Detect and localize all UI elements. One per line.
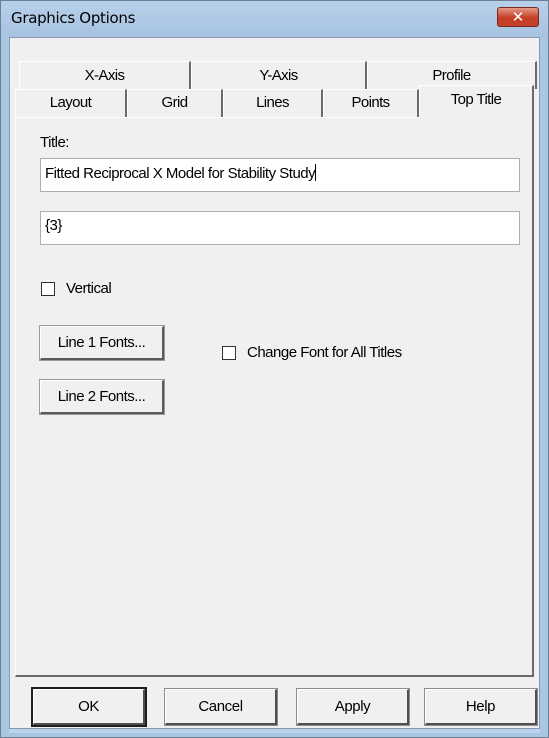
cancel-label: Cancel: [198, 698, 243, 715]
tab-layout[interactable]: Layout: [15, 89, 127, 117]
vertical-label: Vertical: [66, 280, 112, 297]
tab-label: Points: [351, 94, 390, 111]
cancel-button[interactable]: Cancel: [164, 688, 278, 726]
line-1-fonts-label: Line 1 Fonts...: [57, 334, 146, 351]
top-title-panel: Title: Fitted Reciprocal X Model for Sta…: [15, 117, 534, 677]
graphics-options-window: Graphics Options ✕ X-Axis Y-Axis Profile…: [0, 0, 549, 738]
help-label: Help: [465, 698, 496, 715]
close-button[interactable]: ✕: [497, 7, 539, 27]
change-font-all-checkbox[interactable]: [222, 346, 236, 360]
title-bar[interactable]: Graphics Options ✕: [1, 1, 548, 37]
tab-label: Top Title: [450, 91, 502, 108]
window-bottom-accent: [9, 729, 540, 733]
vertical-checkbox[interactable]: [41, 282, 55, 296]
title-line-2-value: {3}: [45, 217, 62, 234]
tab-lines[interactable]: Lines: [223, 89, 323, 117]
line-1-fonts-button[interactable]: Line 1 Fonts...: [39, 325, 165, 361]
line-2-fonts-label: Line 2 Fonts...: [57, 388, 146, 405]
tab-label: Lines: [256, 94, 289, 111]
title-line-1-input[interactable]: Fitted Reciprocal X Model for Stability …: [40, 158, 520, 192]
change-font-all-label: Change Font for All Titles: [247, 344, 402, 361]
window-title: Graphics Options: [11, 9, 136, 27]
tab-top-title[interactable]: Top Title: [419, 85, 534, 119]
text-cursor: [315, 164, 317, 181]
tab-y-axis[interactable]: Y-Axis: [191, 61, 367, 89]
tab-grid[interactable]: Grid: [127, 89, 223, 117]
apply-button[interactable]: Apply: [296, 688, 410, 726]
tab-label: X-Axis: [84, 67, 125, 84]
tab-label: Layout: [49, 94, 92, 111]
apply-label: Apply: [334, 698, 371, 715]
tab-x-axis[interactable]: X-Axis: [19, 61, 191, 89]
ok-label: OK: [78, 698, 99, 715]
tab-label: Y-Axis: [259, 67, 298, 84]
line-2-fonts-button[interactable]: Line 2 Fonts...: [39, 379, 165, 415]
title-line-1-value: Fitted Reciprocal X Model for Stability …: [45, 165, 316, 182]
help-button[interactable]: Help: [424, 688, 538, 726]
ok-button[interactable]: OK: [31, 687, 147, 727]
tab-points[interactable]: Points: [323, 89, 419, 117]
title-line-2-input[interactable]: {3}: [40, 211, 520, 245]
close-icon: ✕: [511, 8, 525, 26]
tab-label: Grid: [161, 94, 189, 111]
title-label: Title:: [40, 134, 69, 151]
